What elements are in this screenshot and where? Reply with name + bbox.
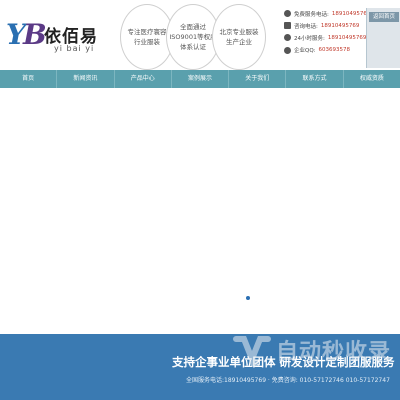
site-logo[interactable]: YB 依佰易 yi bai yi: [6, 18, 106, 58]
contact-row: 咨询电话: 18910495769: [284, 20, 364, 32]
badge-text: ISO9001等权威: [169, 33, 217, 41]
user-icon: [284, 10, 291, 18]
watermark-text: 自动秒收录: [276, 340, 392, 365]
slider-dot-active[interactable]: [246, 296, 250, 300]
contact-value[interactable]: 18910495769: [321, 23, 360, 29]
phone-icon: [284, 22, 291, 30]
nav-item-about[interactable]: 关于我们: [229, 70, 287, 88]
badge-text: 北京专业服装: [219, 28, 259, 36]
contact-row: 免费服务电话: 18910495769: [284, 8, 370, 20]
watermark-logo-icon: [233, 336, 271, 368]
contact-value[interactable]: 18910495769: [328, 35, 367, 41]
contact-value[interactable]: 18910495769: [332, 11, 371, 17]
contact-label: 企业QQ:: [294, 48, 316, 55]
site-header: YB 依佰易 yi bai yi 专注医疗寰容 行业服装 全面通过 ISO900…: [0, 0, 400, 70]
contact-row: 24小时服务: 18910495769: [284, 32, 367, 44]
footer-contact: 全国服务电话:18910495769 · 免费咨询: 010-57172746 …: [186, 377, 390, 384]
badge-text: 专注医疗寰容: [127, 28, 167, 36]
badge-text: 行业服装: [134, 38, 160, 46]
contact-label: 免费服务电话:: [294, 11, 329, 18]
logo-pinyin: yi bai yi: [54, 44, 95, 53]
side-panel: 返回首页: [366, 8, 400, 68]
nav-item-news[interactable]: 新闻资讯: [57, 70, 115, 88]
contact-list: 免费服务电话: 18910495769 咨询电话: 18910495769 24…: [284, 8, 370, 56]
contact-label: 24小时服务:: [294, 35, 325, 42]
badge-text: 体系认证: [179, 43, 206, 51]
back-home-button[interactable]: 返回首页: [369, 12, 399, 22]
qq-icon: [284, 46, 291, 54]
clock-icon: [284, 34, 291, 42]
nav-item-products[interactable]: 产品中心: [115, 70, 172, 88]
nav-item-cases[interactable]: 案例展示: [172, 70, 230, 88]
nav-item-home[interactable]: 首页: [0, 70, 58, 88]
nav-item-qualifications[interactable]: 权威资质: [344, 70, 400, 88]
badge-text: 生产企业: [226, 38, 252, 46]
badge-producer: 北京专业服装 生产企业: [212, 4, 266, 70]
hero-banner: [0, 88, 400, 334]
logo-mark: YB: [6, 18, 47, 51]
nav-item-contact[interactable]: 联系方式: [286, 70, 344, 88]
contact-value[interactable]: 603693578: [319, 47, 351, 53]
slider-dots: [246, 296, 250, 300]
contact-label: 咨询电话:: [294, 23, 318, 30]
main-nav: 首页 新闻资讯 产品中心 案例展示 关于我们 联系方式 权威资质: [0, 70, 400, 88]
contact-row: 企业QQ: 603693578: [284, 44, 364, 56]
watermark: 自动秒收录: [232, 331, 390, 373]
badge-text: 全面通过: [179, 23, 206, 31]
